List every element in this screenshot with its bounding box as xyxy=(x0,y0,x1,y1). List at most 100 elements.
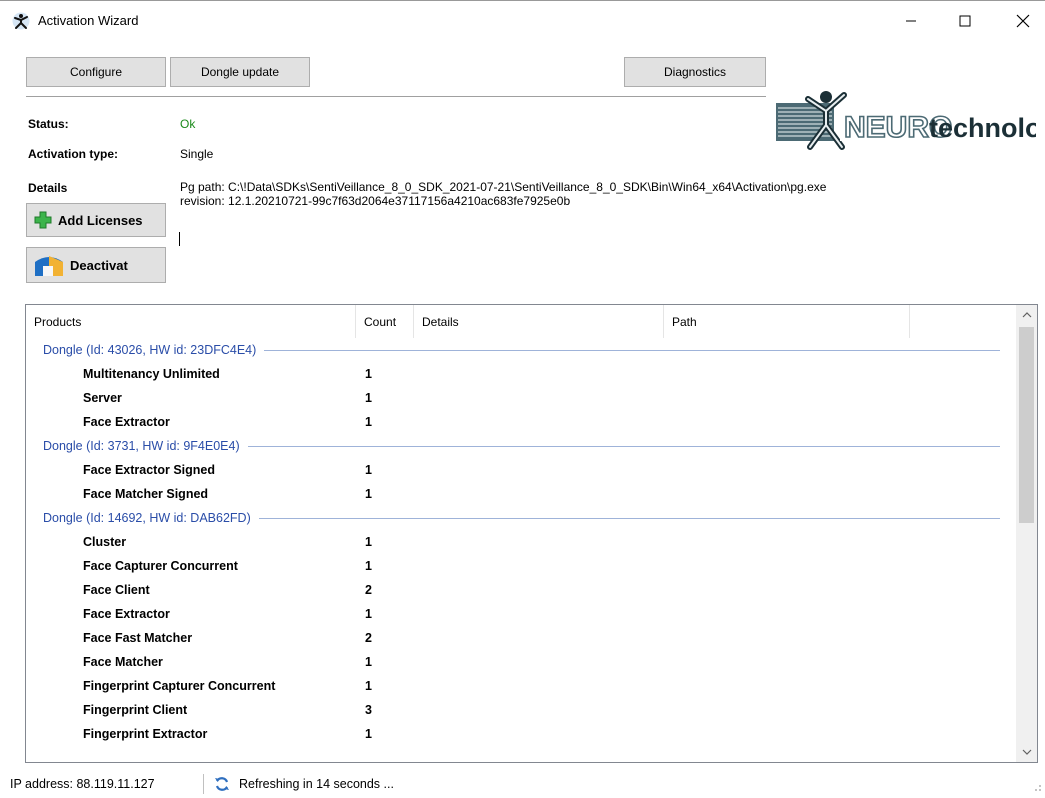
product-name: Fingerprint Client xyxy=(83,703,188,717)
title-bar: Activation Wizard xyxy=(0,0,1045,40)
deactivate-icon xyxy=(33,252,65,278)
group-divider xyxy=(247,445,1000,447)
product-name: Server xyxy=(83,391,122,405)
diagnostics-button[interactable]: Diagnostics xyxy=(624,57,766,87)
product-name: Face Capturer Concurrent xyxy=(83,559,238,573)
product-count: 2 xyxy=(365,631,372,645)
scroll-down-button[interactable] xyxy=(1016,742,1037,762)
products-table[interactable]: Products Count Details Path Dongle (Id: … xyxy=(25,304,1038,763)
maximize-icon xyxy=(959,15,970,27)
product-name: Cluster xyxy=(83,535,127,549)
table-row[interactable]: Fingerprint Capturer Concurrent 1 xyxy=(26,674,1016,698)
group-header-label: Dongle (Id: 14692, HW id: DAB62FD) xyxy=(43,511,251,525)
table-body: Dongle (Id: 43026, HW id: 23DFC4E4) Mult… xyxy=(26,338,1016,746)
details-textbox[interactable]: Pg path: C:\!Data\SDKs\SentiVeillance_8_… xyxy=(180,180,826,208)
column-header-count[interactable]: Count xyxy=(356,305,414,338)
refresh-status-text: Refreshing in 14 seconds ... xyxy=(239,777,394,791)
product-count: 1 xyxy=(365,727,372,741)
product-count: 2 xyxy=(365,583,372,597)
table-row[interactable]: Face Extractor 1 xyxy=(26,602,1016,626)
product-name: Face Extractor Signed xyxy=(83,463,215,477)
table-row[interactable]: Fingerprint Client 3 xyxy=(26,698,1016,722)
product-count: 1 xyxy=(365,415,372,429)
vertical-scrollbar[interactable] xyxy=(1016,305,1037,762)
statusbar-separator xyxy=(203,774,204,794)
product-count: 1 xyxy=(365,367,372,381)
close-button[interactable] xyxy=(1000,1,1045,41)
product-name: Fingerprint Capturer Concurrent xyxy=(83,679,276,693)
text-caret xyxy=(179,232,180,246)
group-header[interactable]: Dongle (Id: 3731, HW id: 9F4E0E4) xyxy=(26,434,1016,458)
product-count: 1 xyxy=(365,655,372,669)
column-header-path[interactable]: Path xyxy=(664,305,910,338)
group-divider xyxy=(264,349,1000,351)
group-divider xyxy=(258,517,1000,519)
status-bar: IP address: 88.119.11.127 Refreshing in … xyxy=(0,770,1045,798)
deactivate-label: Deactivat xyxy=(70,257,128,273)
scroll-up-button[interactable] xyxy=(1016,305,1037,325)
product-name: Face Client xyxy=(83,583,150,597)
ip-address-text: IP address: 88.119.11.127 xyxy=(10,777,155,791)
chevron-up-icon xyxy=(1022,312,1031,318)
window-title: Activation Wizard xyxy=(38,13,139,28)
table-row[interactable]: Face Matcher Signed 1 xyxy=(26,482,1016,506)
product-count: 1 xyxy=(365,679,372,693)
details-path-line: Pg path: C:\!Data\SDKs\SentiVeillance_8_… xyxy=(180,180,827,194)
minimize-button[interactable] xyxy=(888,1,933,41)
group-header[interactable]: Dongle (Id: 14692, HW id: DAB62FD) xyxy=(26,506,1016,530)
product-name: Face Matcher xyxy=(83,655,163,669)
table-row[interactable]: Face Extractor 1 xyxy=(26,410,1016,434)
refresh-icon xyxy=(215,777,229,791)
column-header-empty[interactable] xyxy=(910,305,1016,338)
close-icon xyxy=(1016,14,1029,28)
table-row[interactable]: Face Fast Matcher 2 xyxy=(26,626,1016,650)
status-value: Ok xyxy=(180,117,196,131)
group-header-label: Dongle (Id: 43026, HW id: 23DFC4E4) xyxy=(43,343,257,357)
product-name: Face Extractor xyxy=(83,607,170,621)
product-name: Face Extractor xyxy=(83,415,170,429)
resize-grip-icon[interactable] xyxy=(1030,782,1042,794)
neurotechnology-app-icon xyxy=(12,12,30,30)
product-count: 1 xyxy=(365,535,372,549)
table-row[interactable]: Server 1 xyxy=(26,386,1016,410)
product-name: Face Fast Matcher xyxy=(83,631,193,645)
activation-type-value: Single xyxy=(180,147,214,161)
column-header-details[interactable]: Details xyxy=(414,305,664,338)
dongle-update-button[interactable]: Dongle update xyxy=(170,57,310,87)
toolbar-divider xyxy=(26,96,766,97)
status-label: Status: xyxy=(28,117,69,131)
product-name: Multitenancy Unlimited xyxy=(83,367,220,381)
product-count: 1 xyxy=(365,487,372,501)
table-row[interactable]: Multitenancy Unlimited 1 xyxy=(26,362,1016,386)
product-count: 1 xyxy=(365,559,372,573)
maximize-button[interactable] xyxy=(942,1,987,41)
table-row[interactable]: Face Client 2 xyxy=(26,578,1016,602)
product-count: 1 xyxy=(365,463,372,477)
deactivate-button[interactable]: Deactivat xyxy=(26,247,166,283)
product-name: Fingerprint Extractor xyxy=(83,727,208,741)
configure-button[interactable]: Configure xyxy=(26,57,166,87)
product-count: 3 xyxy=(365,703,372,717)
details-label: Details xyxy=(28,181,68,195)
table-row[interactable]: Fingerprint Extractor 1 xyxy=(26,722,1016,746)
table-row[interactable]: Face Capturer Concurrent 1 xyxy=(26,554,1016,578)
minimize-icon xyxy=(905,20,916,22)
product-name: Face Matcher Signed xyxy=(83,487,209,501)
details-revision-line: revision: 12.1.20210721-99c7f63d2064e371… xyxy=(180,194,571,208)
add-licenses-button[interactable]: Add Licenses xyxy=(26,203,166,237)
table-header: Products Count Details Path xyxy=(26,305,1016,338)
add-licenses-label: Add Licenses xyxy=(58,212,143,228)
table-row[interactable]: Face Matcher 1 xyxy=(26,650,1016,674)
logo-technology-text: technology xyxy=(929,113,1036,143)
table-row[interactable]: Face Extractor Signed 1 xyxy=(26,458,1016,482)
column-header-products[interactable]: Products xyxy=(26,305,356,338)
scrollbar-thumb[interactable] xyxy=(1019,327,1034,523)
chevron-down-icon xyxy=(1022,749,1031,755)
plus-icon xyxy=(33,210,53,230)
group-header[interactable]: Dongle (Id: 43026, HW id: 23DFC4E4) xyxy=(26,338,1016,362)
product-count: 1 xyxy=(365,391,372,405)
neurotechnology-logo: NEURO technology xyxy=(776,91,1036,150)
table-row[interactable]: Cluster 1 xyxy=(26,530,1016,554)
activation-type-label: Activation type: xyxy=(28,147,119,161)
product-count: 1 xyxy=(365,607,372,621)
